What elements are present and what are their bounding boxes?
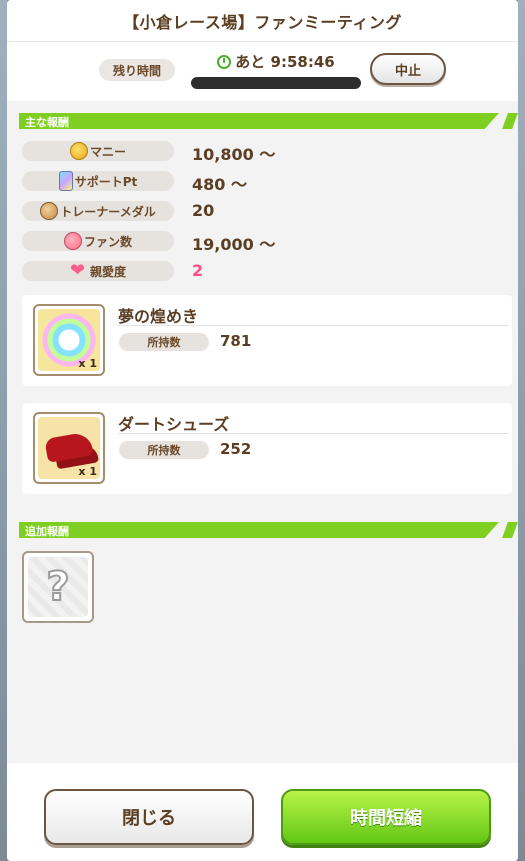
unknown-reward-slot[interactable]: ? [22, 551, 94, 623]
reward-label: トレーナーメダル [60, 204, 156, 219]
main-rewards-title: 主な報酬 [25, 116, 69, 129]
rewards-panel: 主な報酬 マニー 10,800 ～ サポートPt 480 ～ トレーナーメダル … [7, 101, 518, 763]
reward-value: 19,000 ～ [192, 235, 276, 254]
timer-display: あと 9:58:46 [191, 51, 361, 89]
reward-value: 20 [192, 201, 215, 220]
clock-icon [217, 54, 232, 69]
reward-row-affection: 親愛度 2 [22, 258, 502, 284]
reward-item-card[interactable]: x 1 ダートシューズ 所持数 252 [22, 403, 512, 494]
dialog-title: 【小倉レース場】ファンミーティング [123, 12, 402, 32]
shorten-time-button[interactable]: 時間短縮 [281, 789, 491, 845]
support-card-icon [58, 171, 73, 191]
divider [118, 325, 508, 326]
remaining-time-label: 残り時間 [99, 59, 175, 81]
item-quantity: x 1 [78, 465, 97, 478]
reward-label: サポートPt [74, 174, 138, 189]
reward-item-card[interactable]: x 1 夢の煌めき 所持数 781 [22, 295, 512, 386]
reward-value: 10,800 ～ [192, 145, 276, 164]
reward-row-trainer-medal: トレーナーメダル 20 [22, 198, 502, 224]
divider [118, 433, 508, 434]
reward-row-fans: ファン数 19,000 ～ [22, 228, 502, 254]
owned-count: 781 [220, 332, 252, 350]
question-mark-icon: ? [45, 564, 70, 610]
reward-row-money: マニー 10,800 ～ [22, 138, 502, 164]
trainer-medal-icon [40, 202, 59, 220]
fan-meeting-dialog: 【小倉レース場】ファンミーティング 残り時間 あと 9:58:46 中止 主な報… [7, 0, 518, 861]
background-right [518, 0, 525, 861]
owned-label: 所持数 [119, 333, 209, 351]
item-name: 夢の煌めき [118, 307, 199, 326]
stop-button[interactable]: 中止 [370, 53, 446, 85]
remaining-time-value: あと 9:58:46 [235, 53, 335, 71]
dirt-shoes-item-icon[interactable]: x 1 [33, 412, 105, 484]
heart-icon [70, 263, 88, 279]
reward-label: ファン数 [83, 234, 132, 249]
timer-row: 残り時間 あと 9:58:46 中止 [7, 43, 518, 100]
dream-sparkle-item-icon[interactable]: x 1 [33, 304, 105, 376]
reward-label: 親愛度 [89, 264, 126, 279]
reward-label: マニー [89, 144, 126, 159]
owned-label: 所持数 [119, 441, 209, 459]
close-button[interactable]: 閉じる [44, 789, 254, 845]
additional-rewards-header: 追加報酬 [19, 522, 518, 538]
additional-rewards-title: 追加報酬 [25, 525, 69, 538]
title-bar: 【小倉レース場】ファンミーティング [7, 0, 518, 42]
background-left [0, 0, 7, 861]
owned-count: 252 [220, 440, 252, 458]
time-progress-bar [191, 77, 361, 89]
item-name: ダートシューズ [118, 415, 230, 434]
coin-icon [69, 142, 88, 160]
item-quantity: x 1 [78, 357, 97, 370]
reward-row-support-pt: サポートPt 480 ～ [22, 168, 502, 194]
reward-value: 480 ～ [192, 175, 247, 194]
main-rewards-header: 主な報酬 [19, 113, 518, 129]
reward-value: 2 [192, 261, 204, 280]
time-text: あと 9:58:46 [191, 51, 361, 72]
bottom-buttons: 閉じる 時間短縮 [7, 763, 518, 861]
fan-icon [63, 232, 82, 250]
